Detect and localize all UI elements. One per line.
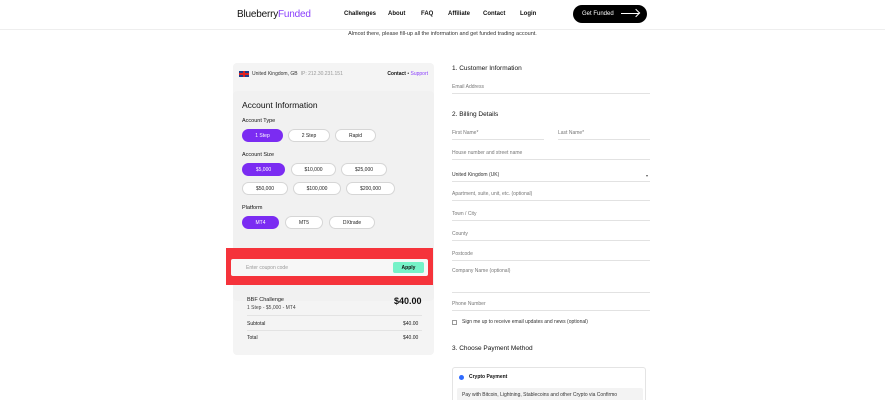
account-size-5000[interactable]: $5,000	[242, 163, 285, 176]
summary-divider	[247, 315, 422, 316]
account-size-200000[interactable]: $200,000	[346, 182, 395, 195]
email-field[interactable]: Email Address	[452, 82, 650, 94]
nav-faq[interactable]: FAQ	[421, 11, 433, 17]
account-size-25000[interactable]: $25,000	[341, 163, 387, 176]
location-ip: IP: 212.30.231.151	[300, 71, 343, 77]
nav-affiliate[interactable]: Affiliate	[448, 11, 470, 17]
account-size-100000[interactable]: $100,000	[293, 182, 341, 195]
subtotal-value: $40.00	[403, 321, 419, 327]
location-country: United Kingdom, GB	[252, 71, 298, 77]
newsletter-checkbox-row[interactable]: Sign me up to receive email updates and …	[452, 319, 588, 325]
account-size-label: Account Size	[242, 152, 275, 158]
get-funded-button[interactable]: Get Funded	[573, 5, 647, 23]
total-value: $40.00	[403, 335, 419, 341]
contact-separator: •	[407, 71, 410, 77]
account-type-rapid[interactable]: Rapid	[335, 129, 376, 142]
nav-login[interactable]: Login	[520, 11, 536, 17]
uk-flag-icon	[239, 71, 249, 77]
intro-text: Almost there, please fill-up all the inf…	[348, 31, 537, 37]
nav-contact[interactable]: Contact	[483, 11, 505, 17]
platform-label: Platform	[242, 205, 263, 211]
arrow-right-icon	[621, 13, 639, 14]
country-select[interactable]: United Kingdom (UK) ▾	[452, 170, 650, 182]
subtotal-label: Subtotal	[247, 321, 266, 327]
newsletter-label: Sign me up to receive email updates and …	[462, 319, 588, 325]
last-name-field[interactable]: Last Name*	[558, 128, 650, 140]
logo-text-accent: Funded	[278, 9, 311, 20]
account-type-2step[interactable]: 2 Step	[288, 129, 330, 142]
site-header: BlueberryFunded Challenges About FAQ Aff…	[0, 0, 885, 30]
account-size-10000[interactable]: $10,000	[291, 163, 336, 176]
payment-heading: 3. Choose Payment Method	[452, 345, 533, 352]
order-panel: United Kingdom, GB IP: 212.30.231.151 Co…	[233, 63, 434, 355]
apartment-field[interactable]: Apartment, suite, unit, etc. (optional)	[452, 189, 650, 201]
billing-heading: 2. Billing Details	[452, 111, 499, 118]
phone-field[interactable]: Phone Number	[452, 299, 650, 311]
payment-method-title: Crypto Payment	[469, 374, 508, 380]
account-size-50000[interactable]: $50,000	[242, 182, 288, 195]
payment-option-crypto[interactable]: Crypto Payment Pay with Bitcoin, Lightni…	[452, 367, 646, 400]
total-label: Total	[247, 335, 258, 341]
summary-product-details: 1 Step - $5,000 - MT4	[247, 305, 296, 311]
contact-link[interactable]: Contact	[387, 71, 406, 77]
account-info-title: Account Information	[242, 100, 318, 110]
location-bar: United Kingdom, GB IP: 212.30.231.151 Co…	[233, 63, 434, 85]
account-type-1step[interactable]: 1 Step	[242, 129, 283, 142]
contact-support: Contact • Support	[387, 71, 428, 77]
apply-coupon-button[interactable]: Apply	[393, 262, 424, 273]
payment-method-description: Pay with Bitcoin, Lightning, Stablecoins…	[457, 388, 643, 400]
logo-text-main: Blueberry	[237, 9, 278, 20]
coupon-placeholder: Enter coupon code	[246, 264, 288, 271]
postcode-field[interactable]: Postcode	[452, 249, 650, 261]
county-field[interactable]: County	[452, 229, 650, 241]
company-field[interactable]: Company Name (optional)	[452, 266, 650, 293]
city-field[interactable]: Town / City	[452, 209, 650, 221]
payment-radio[interactable]	[459, 375, 464, 380]
chevron-down-icon: ▾	[645, 173, 648, 178]
platform-mt5[interactable]: MT5	[285, 216, 323, 229]
summary-product-price: $40.00	[394, 296, 422, 306]
street-field[interactable]: House number and street name	[452, 148, 650, 160]
support-link[interactable]: Support	[410, 71, 428, 77]
first-name-field[interactable]: First Name*	[452, 128, 544, 140]
summary-divider	[247, 330, 422, 331]
account-type-label: Account Type	[242, 118, 276, 124]
logo[interactable]: BlueberryFunded	[237, 9, 311, 20]
customer-info-heading: 1. Customer Information	[452, 65, 522, 72]
platform-mt4[interactable]: MT4	[242, 216, 279, 229]
coupon-highlight: Enter coupon code Apply	[226, 248, 433, 285]
coupon-input[interactable]: Enter coupon code Apply	[231, 259, 428, 276]
country-select-value: United Kingdom (UK)	[452, 172, 500, 178]
summary-product-name: BBF Challenge	[247, 297, 284, 303]
nav-challenges[interactable]: Challenges	[344, 11, 376, 17]
nav-about[interactable]: About	[388, 11, 405, 17]
platform-dxtrade[interactable]: DXtrade	[329, 216, 375, 229]
newsletter-checkbox[interactable]	[452, 319, 457, 325]
get-funded-label: Get Funded	[582, 11, 614, 17]
